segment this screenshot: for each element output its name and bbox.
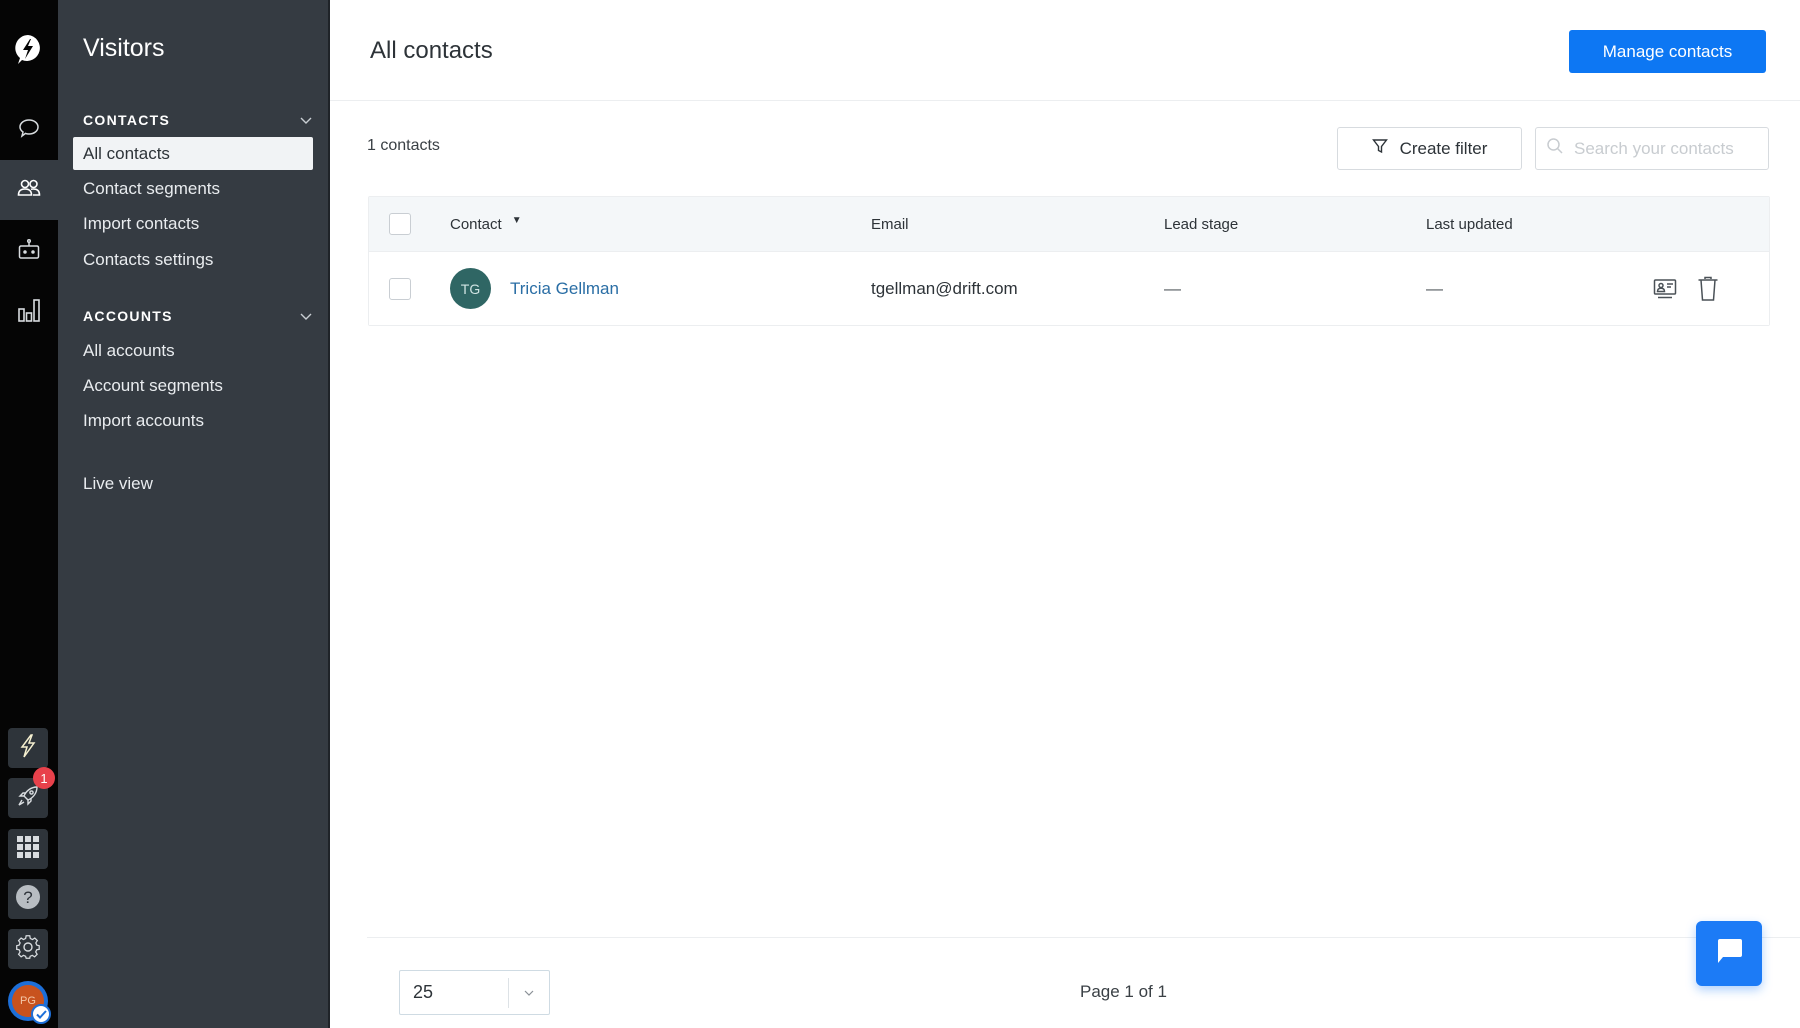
pagination-info: Page 1 of 1 <box>1080 982 1167 1001</box>
contact-card-icon[interactable] <box>1652 276 1678 302</box>
table-row[interactable]: TG Tricia Gellman tgellman@drift.com — — <box>369 251 1769 325</box>
footer-divider <box>367 937 1800 938</box>
row-checkbox[interactable] <box>389 277 411 300</box>
chat-bubble-icon <box>1713 936 1745 971</box>
section-accounts-label: ACCOUNTS <box>83 308 173 324</box>
rail-conversations[interactable] <box>0 100 58 160</box>
search-box[interactable] <box>1535 127 1769 170</box>
select-all-cell <box>389 197 411 251</box>
contact-avatar: TG <box>450 268 491 309</box>
sidebar-item-all-accounts[interactable]: All accounts <box>73 334 313 367</box>
rocket-icon <box>17 785 39 812</box>
chevron-down-icon[interactable] <box>299 309 313 323</box>
search-input[interactable] <box>1574 138 1764 159</box>
gear-icon <box>15 934 41 965</box>
main-content: All contacts Manage contacts 1 contacts … <box>330 0 1800 1028</box>
sidebar-title: Visitors <box>83 34 165 62</box>
bar-chart-icon <box>17 297 41 328</box>
delete-cell <box>1695 252 1721 325</box>
search-icon <box>1546 137 1564 160</box>
icon-rail: 1 ? PG <box>0 0 58 1028</box>
help-icon: ? <box>15 884 41 915</box>
create-filter-button[interactable]: Create filter <box>1337 127 1522 170</box>
rail-playbooks[interactable] <box>8 728 48 768</box>
contacts-table: Contact ▼ Email Lead stage Last updated … <box>368 196 1770 326</box>
sidebar-item-account-segments[interactable]: Account segments <box>73 369 313 402</box>
column-header-lead-stage: Lead stage <box>1164 215 1239 233</box>
rail-reports[interactable] <box>0 282 58 342</box>
section-accounts-heading[interactable]: ACCOUNTS <box>83 308 313 324</box>
contact-lead-stage: — <box>1164 278 1181 298</box>
view-profile-cell <box>1652 252 1678 325</box>
drift-logo-icon[interactable] <box>13 33 43 67</box>
filter-icon <box>1371 138 1388 159</box>
manage-contacts-button[interactable]: Manage contacts <box>1569 30 1766 73</box>
contacts-count: 1 contacts <box>367 137 440 154</box>
sidebar-item-contacts-settings[interactable]: Contacts settings <box>73 243 313 276</box>
section-contacts-heading[interactable]: CONTACTS <box>83 112 313 128</box>
sidebar: Visitors CONTACTS All contacts Contact s… <box>58 0 330 1028</box>
table-header: Contact ▼ Email Lead stage Last updated <box>369 197 1769 251</box>
lightning-icon <box>18 733 38 763</box>
column-header-email: Email <box>871 215 909 233</box>
online-check-icon <box>31 1004 51 1024</box>
column-header-last-updated: Last updated <box>1426 215 1513 233</box>
robot-icon <box>17 238 41 267</box>
page-header: All contacts Manage contacts <box>330 0 1800 101</box>
sidebar-item-contact-segments[interactable]: Contact segments <box>73 172 313 205</box>
select-all-checkbox[interactable] <box>389 213 411 235</box>
sidebar-item-live-view[interactable]: Live view <box>73 467 313 500</box>
sidebar-item-import-contacts[interactable]: Import contacts <box>73 207 313 240</box>
notification-badge: 1 <box>33 767 55 789</box>
section-contacts-label: CONTACTS <box>83 112 171 128</box>
page-title: All contacts <box>370 37 493 64</box>
chevron-down-icon[interactable] <box>299 113 313 127</box>
contact-cell: TG Tricia Gellman <box>450 252 619 325</box>
column-contact-label: Contact <box>450 215 502 233</box>
grid-icon <box>16 835 40 864</box>
page-size-value: 25 <box>413 982 434 1002</box>
chat-widget-button[interactable] <box>1696 921 1762 986</box>
rail-contacts[interactable] <box>0 160 58 220</box>
chat-bubble-icon <box>18 117 40 144</box>
contact-last-updated: — <box>1426 278 1443 298</box>
rail-settings[interactable] <box>8 929 48 969</box>
sidebar-item-import-accounts[interactable]: Import accounts <box>73 404 313 437</box>
create-filter-label: Create filter <box>1399 138 1488 158</box>
sort-desc-icon: ▼ <box>511 214 522 226</box>
rail-apps[interactable] <box>8 829 48 869</box>
page-size-select[interactable]: 25 <box>399 970 550 1015</box>
people-icon <box>17 178 41 203</box>
column-header-contact[interactable]: Contact ▼ <box>450 197 522 251</box>
sidebar-item-all-contacts[interactable]: All contacts <box>73 137 313 170</box>
rail-bots[interactable] <box>0 222 58 282</box>
row-select-cell <box>389 252 411 325</box>
contact-name-link[interactable]: Tricia Gellman <box>510 279 619 299</box>
contact-email: tgellman@drift.com <box>871 278 1018 298</box>
svg-text:?: ? <box>23 888 32 907</box>
chevron-down-icon[interactable] <box>509 987 549 999</box>
rail-help[interactable]: ? <box>8 879 48 919</box>
trash-icon[interactable] <box>1695 276 1721 302</box>
